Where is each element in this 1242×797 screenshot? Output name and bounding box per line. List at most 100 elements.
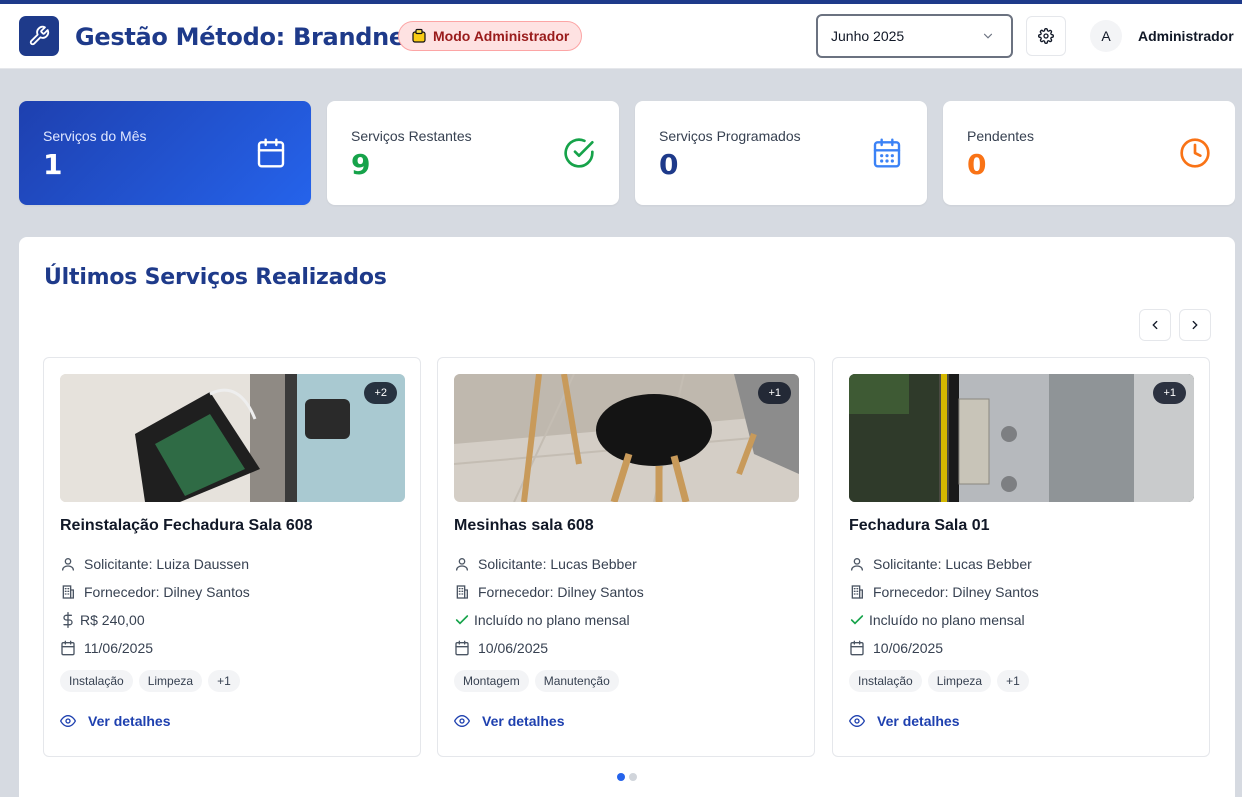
building-icon	[851, 585, 863, 599]
carousel-pagination	[617, 773, 637, 781]
date-row: 11/06/2025	[60, 640, 153, 656]
dollar-icon	[63, 612, 73, 628]
building-icon	[456, 585, 468, 599]
recent-services-panel: Últimos Serviços Realizados +2 Reinstala…	[19, 237, 1235, 797]
stat-value: 0	[967, 148, 987, 181]
stat-label: Serviços Restantes	[351, 128, 472, 144]
building-icon	[62, 585, 74, 599]
view-details-link[interactable]: Ver detalhes	[454, 713, 565, 729]
admin-mode-badge: Modo Administrador	[398, 21, 583, 51]
tag: Instalação	[849, 670, 922, 692]
chevron-right-icon	[1192, 320, 1198, 330]
requester-row: Solicitante: Luiza Daussen	[60, 556, 249, 572]
stat-card-services-month: Serviços do Mês 1	[19, 101, 311, 205]
month-select-value: Junho 2025	[831, 28, 905, 44]
service-card[interactable]: +1 Mesinhas sala 608 Solicitante: Lucas …	[437, 357, 815, 757]
supplier-row: Fornecedor: Dilney Santos	[849, 584, 1039, 600]
view-details-label: Ver detalhes	[482, 713, 565, 729]
user-icon	[62, 558, 74, 571]
service-photo[interactable]: +1	[849, 374, 1194, 502]
service-card[interactable]: +1 Fechadura Sala 01 Solicitante: Lucas …	[832, 357, 1210, 757]
carousel-next-button[interactable]	[1179, 309, 1211, 341]
month-select[interactable]: Junho 2025	[816, 14, 1013, 58]
date-row: 10/06/2025	[849, 640, 943, 656]
photo-count-badge: +2	[364, 382, 397, 404]
app-title: Gestão Método: Brandness	[75, 23, 433, 51]
requester-row: Solicitante: Lucas Bebber	[454, 556, 637, 572]
date-text: 11/06/2025	[84, 640, 154, 656]
date-text: 10/06/2025	[873, 640, 944, 656]
supplier-row: Fornecedor: Dilney Santos	[454, 584, 644, 600]
carousel-prev-button[interactable]	[1139, 309, 1171, 341]
view-details-label: Ver detalhes	[88, 713, 171, 729]
stat-card-pending: Pendentes 0	[943, 101, 1235, 205]
pagination-dot[interactable]	[629, 773, 637, 781]
chevron-left-icon	[1152, 320, 1158, 330]
view-details-label: Ver detalhes	[877, 713, 960, 729]
photo-count-badge: +1	[1153, 382, 1186, 404]
stat-value: 0	[659, 148, 679, 181]
page-scrollbar-track[interactable]	[1235, 69, 1242, 797]
view-details-link[interactable]: Ver detalhes	[849, 713, 960, 729]
tag: Limpeza	[927, 670, 992, 692]
calendar-icon	[61, 640, 75, 656]
user-icon	[456, 558, 468, 571]
tag-more[interactable]: +1	[997, 670, 1029, 692]
date-row: 10/06/2025	[454, 640, 548, 656]
plan-row: Incluído no plano mensal	[454, 612, 630, 628]
wrench-icon	[29, 25, 50, 46]
calendar-icon	[850, 640, 864, 656]
eye-icon	[454, 714, 470, 728]
plan-row: Incluído no plano mensal	[849, 612, 1025, 628]
tag: Instalação	[60, 670, 133, 692]
check-circle-icon	[564, 138, 594, 168]
photo-count-badge: +1	[758, 382, 791, 404]
requester-row: Solicitante: Lucas Bebber	[849, 556, 1032, 572]
pagination-dot-active[interactable]	[617, 773, 625, 781]
badge-icon	[412, 28, 426, 43]
calendar-icon	[455, 640, 469, 656]
app-header: Gestão Método: Brandness Modo Administra…	[0, 4, 1242, 69]
user-name[interactable]: Administrador	[1138, 28, 1234, 44]
date-text: 10/06/2025	[478, 640, 549, 656]
gear-icon	[1038, 28, 1054, 44]
requester-text: Solicitante: Lucas Bebber	[873, 556, 1032, 572]
service-card[interactable]: +2 Reinstalação Fechadura Sala 608 Solic…	[43, 357, 421, 757]
supplier-row: Fornecedor: Dilney Santos	[60, 584, 250, 600]
supplier-text: Fornecedor: Dilney Santos	[84, 584, 250, 600]
stat-value: 9	[351, 148, 371, 181]
tag-more[interactable]: +1	[208, 670, 240, 692]
supplier-text: Fornecedor: Dilney Santos	[478, 584, 644, 600]
settings-button[interactable]	[1026, 16, 1066, 56]
price-text: R$ 240,00	[80, 612, 145, 628]
tag-list: Instalação Limpeza +1	[849, 670, 1029, 692]
plan-text: Incluído no plano mensal	[869, 612, 1025, 628]
check-icon	[850, 615, 864, 625]
service-photo[interactable]: +1	[454, 374, 799, 502]
tag: Manutenção	[534, 670, 619, 692]
calendar-grid-icon	[873, 138, 901, 168]
requester-text: Solicitante: Lucas Bebber	[478, 556, 637, 572]
service-title: Reinstalação Fechadura Sala 608	[60, 517, 313, 534]
check-icon	[455, 615, 469, 625]
section-title: Últimos Serviços Realizados	[44, 265, 387, 290]
app-logo	[19, 16, 59, 56]
service-photo[interactable]: +2	[60, 374, 405, 502]
avatar[interactable]: A	[1090, 20, 1122, 52]
tag-list: Montagem Manutenção	[454, 670, 619, 692]
clock-icon	[1180, 138, 1210, 168]
view-details-link[interactable]: Ver detalhes	[60, 713, 171, 729]
supplier-text: Fornecedor: Dilney Santos	[873, 584, 1039, 600]
tag: Limpeza	[138, 670, 203, 692]
service-title: Fechadura Sala 01	[849, 517, 990, 534]
admin-mode-label: Modo Administrador	[433, 28, 570, 44]
stat-label: Pendentes	[967, 128, 1034, 144]
user-icon	[851, 558, 863, 571]
requester-text: Solicitante: Luiza Daussen	[84, 556, 249, 572]
calendar-icon	[257, 138, 285, 168]
plan-text: Incluído no plano mensal	[474, 612, 630, 628]
eye-icon	[849, 714, 865, 728]
stat-card-remaining: Serviços Restantes 9	[327, 101, 619, 205]
service-title: Mesinhas sala 608	[454, 517, 594, 534]
stat-value: 1	[43, 148, 63, 181]
